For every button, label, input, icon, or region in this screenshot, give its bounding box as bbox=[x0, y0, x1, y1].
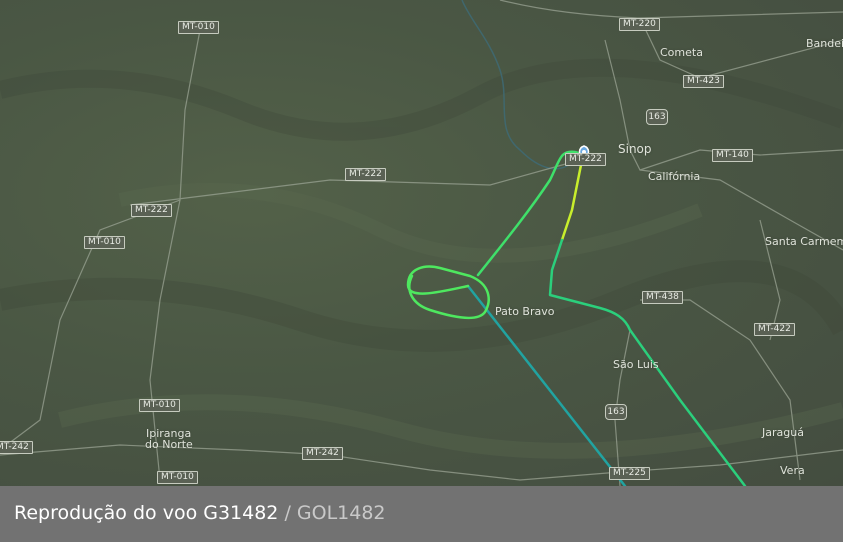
flight-map[interactable]: Sinop Cometa Bandei Califórnia Santa Car… bbox=[0, 0, 843, 486]
road-shield-163: 163 bbox=[646, 109, 668, 125]
road-shield-mt242: MT-242 bbox=[0, 441, 33, 454]
flight-callsign: GOL1482 bbox=[296, 502, 386, 524]
road-shield-mt010: MT-010 bbox=[84, 236, 125, 249]
road-shield-mt222: MT-222 bbox=[345, 168, 386, 181]
road-shield-mt423: MT-423 bbox=[683, 75, 724, 88]
place-label-california: Califórnia bbox=[648, 170, 701, 183]
map-canvas bbox=[0, 0, 843, 486]
road-shield-mt422: MT-422 bbox=[754, 323, 795, 336]
road-shield-mt225: MT-225 bbox=[609, 467, 650, 480]
flight-number-title: Reprodução do voo G31482 bbox=[14, 502, 279, 524]
road-shield-mt438: MT-438 bbox=[642, 291, 683, 304]
place-label-sao-luis: São Luis bbox=[613, 358, 659, 371]
place-label-do-norte: do Norte bbox=[145, 438, 193, 451]
road-shield-mt222: MT-222 bbox=[131, 204, 172, 217]
road-shield-mt220: MT-220 bbox=[619, 18, 660, 31]
road-shield-mt222: MT-222 bbox=[565, 153, 606, 166]
road-shield-mt010: MT-010 bbox=[157, 471, 198, 484]
terrain-texture bbox=[0, 58, 843, 459]
place-label-vera: Vera bbox=[780, 464, 805, 477]
place-label-sinop: Sinop bbox=[618, 142, 652, 156]
road-shield-mt140: MT-140 bbox=[712, 149, 753, 162]
place-label-pato-bravo: Pato Bravo bbox=[495, 305, 555, 318]
road-shield-mt242: MT-242 bbox=[302, 447, 343, 460]
playback-footer: Reprodução do voo G31482 / GOL1482 bbox=[0, 486, 843, 542]
road-shield-mt010: MT-010 bbox=[139, 399, 180, 412]
place-label-santa-carmem: Santa Carmem bbox=[765, 235, 843, 248]
place-label-cometa: Cometa bbox=[660, 46, 703, 59]
place-label-bandei: Bandei bbox=[806, 37, 843, 50]
road-shield-mt010: MT-010 bbox=[178, 21, 219, 34]
track-final-approach bbox=[560, 158, 584, 242]
place-label-jaragua: Jaraguá bbox=[762, 426, 804, 439]
title-separator: / bbox=[278, 502, 297, 524]
flight-title: Reprodução do voo G31482 / GOL1482 bbox=[14, 502, 386, 524]
road-shield-163: 163 bbox=[605, 404, 627, 420]
track-holding-pattern bbox=[406, 265, 490, 320]
